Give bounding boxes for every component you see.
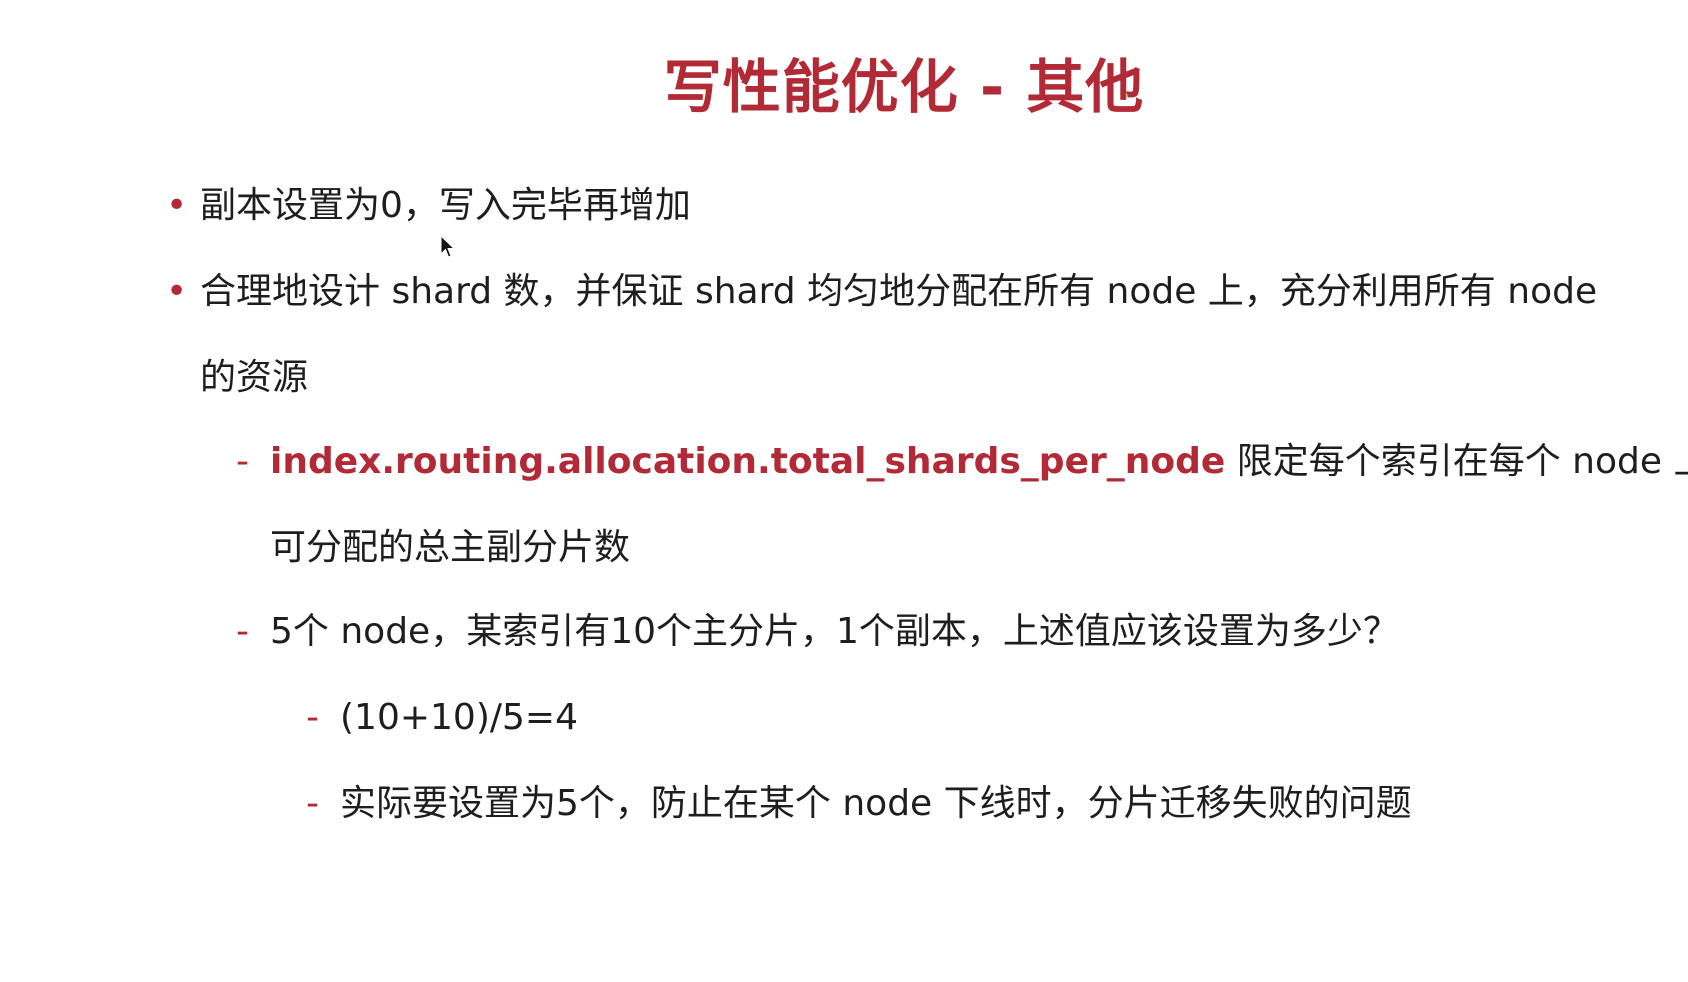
bullet-marker: •	[166, 271, 188, 312]
setting-name: index.routing.allocation.total_shards_pe…	[270, 441, 1226, 482]
bullet-1-text: 副本设置为0，写入完毕再增加	[200, 185, 691, 226]
bullet-2-line-2: 的资源	[200, 357, 309, 398]
dash-marker: -	[306, 697, 319, 738]
subsubitem-1-text: (10+10)/5=4	[340, 697, 578, 738]
bullet-marker: •	[166, 185, 188, 226]
subitem-1-line-2: 可分配的总主副分片数	[270, 527, 631, 568]
slide-title: 写性能优化 - 其他	[663, 53, 1145, 121]
dash-marker: -	[236, 441, 249, 482]
subitem-1-line-1: index.routing.allocation.total_shards_pe…	[270, 438, 1688, 486]
dash-marker: -	[306, 783, 319, 824]
mouse-cursor-icon	[440, 235, 456, 258]
dash-marker: -	[236, 611, 249, 652]
subsubitem-2-text: 实际要设置为5个，防止在某个 node 下线时，分片迁移失败的问题	[340, 783, 1412, 824]
subitem-2-text: 5个 node，某索引有10个主分片，1个副本，上述值应该设置为多少？	[270, 611, 1399, 652]
bullet-2-line-1: 合理地设计 shard 数，并保证 shard 均匀地分配在所有 node 上，…	[200, 271, 1598, 312]
subitem-1-rest: 限定每个索引在每个 node 上	[1225, 441, 1688, 482]
slide: 写性能优化 - 其他 • 副本设置为0，写入完毕再增加 • 合理地设计 shar…	[0, 0, 1688, 982]
